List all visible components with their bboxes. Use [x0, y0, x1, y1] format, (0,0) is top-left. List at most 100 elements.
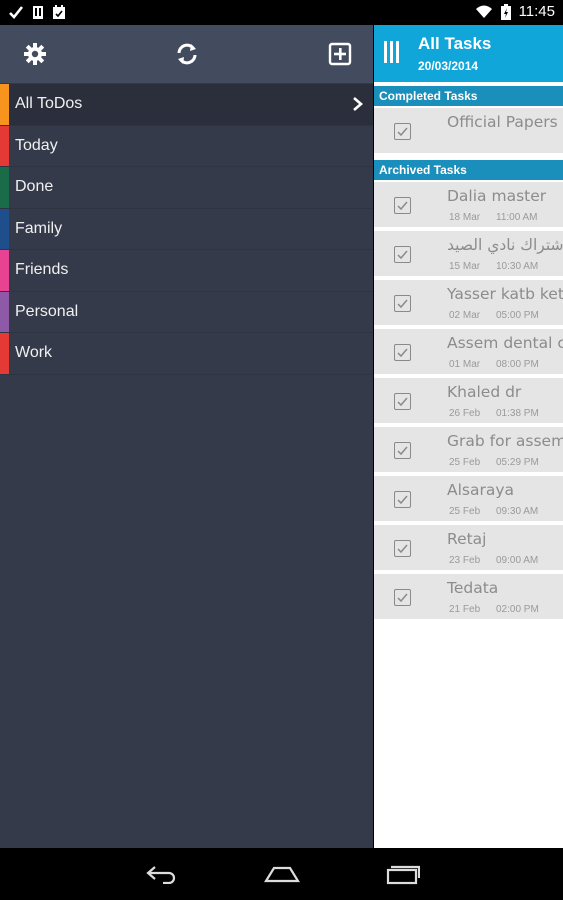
category-color-bar	[0, 291, 9, 332]
checkmark-icon	[397, 299, 408, 309]
category-label: Friends	[15, 261, 69, 279]
task-checkbox[interactable]	[394, 393, 411, 410]
task-title: Assem dental c	[447, 334, 563, 352]
calendar-icon	[53, 4, 65, 19]
task-checkbox[interactable]	[394, 197, 411, 214]
category-color-bar	[0, 250, 9, 291]
task-title: Grab for assem	[447, 432, 563, 450]
task-title: اشتراك نادي الصيد	[447, 236, 563, 254]
page-date: 20/03/2014	[418, 59, 479, 73]
task-row[interactable]: Tedata 21 Feb 02:00 PM	[374, 574, 563, 621]
checkmark-icon	[397, 348, 408, 358]
check-icon	[9, 6, 24, 19]
category-label: Work	[15, 344, 53, 362]
category-label: Personal	[15, 302, 79, 320]
category-label: Done	[15, 178, 54, 196]
task-checkbox[interactable]	[394, 295, 411, 312]
category-item-done[interactable]: Done	[0, 167, 373, 209]
sync-button[interactable]	[170, 37, 204, 71]
task-date: 25 Feb	[449, 457, 481, 468]
home-icon	[264, 866, 300, 883]
task-title: Alsaraya	[447, 481, 515, 499]
category-item-family[interactable]: Family	[0, 208, 373, 250]
wifi-icon	[475, 5, 492, 18]
task-time: 09:30 AM	[496, 506, 539, 517]
category-label: All ToDos	[15, 95, 83, 113]
task-time: 09:00 AM	[496, 555, 539, 566]
category-label: Family	[15, 219, 63, 237]
task-title: Yasser katb ket	[447, 285, 563, 303]
task-checkbox[interactable]	[394, 246, 411, 263]
category-list: All ToDos Today Done Family Friends Personal W…	[0, 84, 373, 375]
navigation-drawer: All ToDos Today Done Family Friends Personal W…	[0, 25, 373, 848]
checkmark-icon	[397, 201, 408, 211]
task-date: 26 Feb	[449, 408, 481, 419]
category-item-friends[interactable]: Friends	[0, 250, 373, 292]
drawer-toggle-icon[interactable]	[384, 41, 399, 63]
task-date: 15 Mar	[449, 261, 481, 272]
task-date: 02 Mar	[449, 310, 481, 321]
checkmark-icon	[397, 495, 408, 505]
gear-icon	[24, 43, 46, 65]
checkmark-icon	[397, 397, 408, 407]
task-title: Dalia master	[447, 187, 547, 205]
category-color-bar	[0, 333, 9, 374]
task-title: Khaled dr	[447, 383, 522, 401]
task-row[interactable]: Khaled dr 26 Feb 01:38 PM	[374, 378, 563, 425]
sim-card-icon	[33, 5, 43, 19]
task-date: 18 Mar	[449, 212, 481, 223]
system-nav-bar	[0, 848, 563, 900]
task-checkbox[interactable]	[394, 589, 411, 606]
task-row[interactable]: Dalia master 18 Mar 11:00 AM	[374, 182, 563, 229]
task-row[interactable]: Official Papers	[374, 108, 563, 155]
task-checkbox[interactable]	[394, 540, 411, 557]
category-item-work[interactable]: Work	[0, 333, 373, 375]
task-row[interactable]: Retaj 23 Feb 09:00 AM	[374, 525, 563, 572]
task-panel: All Tasks 20/03/2014 Completed Tasks Off…	[374, 25, 563, 848]
task-time: 05:29 PM	[496, 457, 539, 468]
category-item-all-todos[interactable]: All ToDos	[0, 84, 373, 126]
task-time: 01:38 PM	[496, 408, 539, 419]
task-time: 10:30 AM	[496, 261, 539, 272]
task-row[interactable]: Assem dental c 01 Mar 08:00 PM	[374, 329, 563, 376]
checkmark-icon	[397, 593, 408, 603]
task-checkbox[interactable]	[394, 442, 411, 459]
category-item-today[interactable]: Today	[0, 125, 373, 167]
category-color-bar	[0, 84, 9, 125]
task-row[interactable]: Grab for assem 25 Feb 05:29 PM	[374, 427, 563, 474]
task-row[interactable]: اشتراك نادي الصيد 15 Mar 10:30 AM	[374, 231, 563, 278]
clock: 11:45	[518, 3, 555, 20]
home-button[interactable]	[262, 860, 302, 888]
panel-header: All Tasks 20/03/2014	[374, 25, 563, 82]
task-date: 21 Feb	[449, 604, 481, 615]
task-time: 02:00 PM	[496, 604, 539, 615]
task-time: 05:00 PM	[496, 310, 539, 321]
checkmark-icon	[397, 127, 408, 137]
task-date: 25 Feb	[449, 506, 481, 517]
battery-icon	[500, 3, 511, 20]
checkmark-icon	[397, 250, 408, 260]
task-date: 01 Mar	[449, 359, 481, 370]
chevron-right-icon	[353, 97, 363, 111]
checkmark-icon	[397, 544, 408, 554]
page-title: All Tasks	[418, 34, 492, 53]
task-checkbox[interactable]	[394, 123, 411, 140]
task-time: 11:00 AM	[496, 212, 538, 223]
task-title: Official Papers	[447, 113, 558, 131]
category-item-personal[interactable]: Personal	[0, 291, 373, 333]
task-row[interactable]: Alsaraya 25 Feb 09:30 AM	[374, 476, 563, 523]
task-checkbox[interactable]	[394, 344, 411, 361]
category-color-bar	[0, 167, 9, 208]
recents-button[interactable]	[382, 860, 422, 888]
category-color-bar	[0, 208, 9, 249]
add-category-button[interactable]	[323, 37, 357, 71]
status-bar: 11:45	[0, 0, 563, 25]
task-row[interactable]: Yasser katb ket 02 Mar 05:00 PM	[374, 280, 563, 327]
task-checkbox[interactable]	[394, 491, 411, 508]
back-icon	[146, 866, 176, 884]
task-time: 08:00 PM	[496, 359, 539, 370]
back-button[interactable]	[142, 860, 182, 888]
archived-section-header: Archived Tasks	[374, 160, 563, 180]
settings-button[interactable]	[18, 37, 52, 71]
recents-icon	[386, 865, 420, 885]
